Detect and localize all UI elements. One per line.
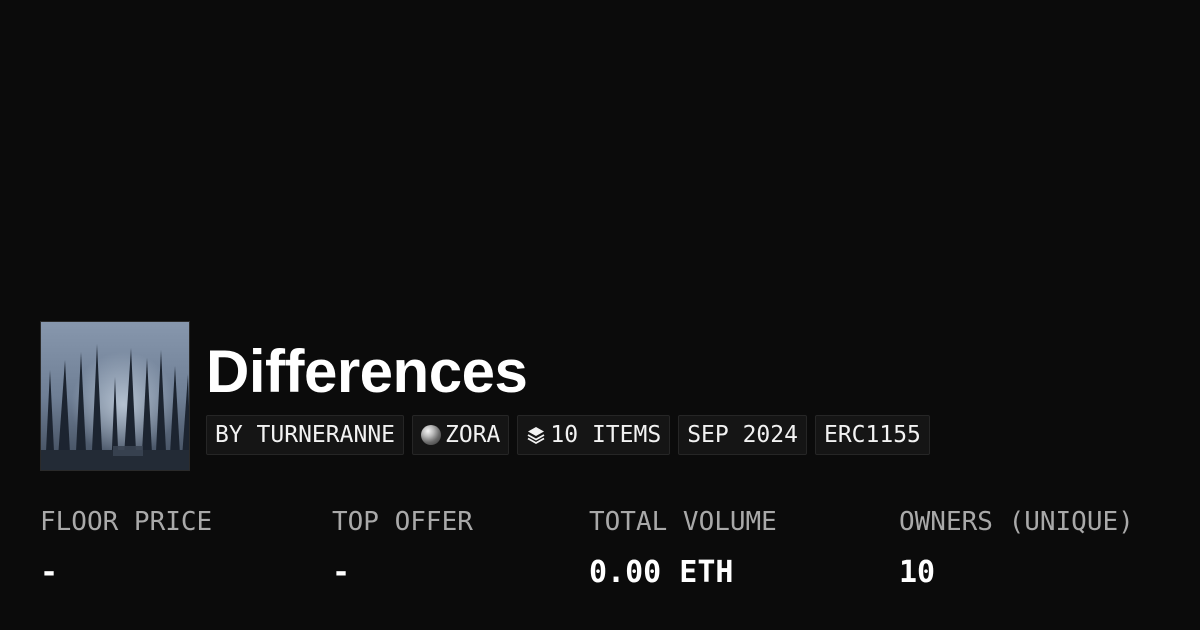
floor-price-value: - bbox=[40, 555, 59, 590]
owners-value: 10 bbox=[899, 555, 936, 590]
collection-tags: BY TURNERANNE ZORA 10 ITEMS SEP 2024 ERC… bbox=[206, 415, 930, 455]
collection-image bbox=[40, 321, 190, 471]
standard-tag: ERC1155 bbox=[814, 415, 930, 455]
date-tag: SEP 2024 bbox=[678, 415, 807, 455]
top-offer-label: TOP OFFER bbox=[332, 507, 473, 537]
total-volume-value: 0.00 ETH bbox=[589, 555, 734, 590]
total-volume-stat: TOTAL VOLUME 0.00 ETH bbox=[589, 505, 777, 591]
zora-orb-icon bbox=[421, 425, 442, 445]
owners-label: OWNERS (UNIQUE) bbox=[899, 507, 1134, 537]
floor-price-stat: FLOOR PRICE - bbox=[40, 505, 212, 591]
total-volume-label: TOTAL VOLUME bbox=[589, 507, 777, 537]
chain-label: ZORA bbox=[445, 422, 501, 448]
top-offer-stat: TOP OFFER - bbox=[332, 505, 473, 591]
chain-tag[interactable]: ZORA bbox=[412, 415, 510, 455]
items-label: 10 ITEMS bbox=[550, 422, 662, 448]
top-offer-value: - bbox=[332, 555, 351, 590]
collection-stats: FLOOR PRICE - TOP OFFER - TOTAL VOLUME 0… bbox=[0, 505, 1200, 605]
items-tag[interactable]: 10 ITEMS bbox=[517, 415, 671, 455]
creator-tag[interactable]: BY TURNERANNE bbox=[206, 415, 405, 455]
owners-stat: OWNERS (UNIQUE) 10 bbox=[899, 505, 1134, 591]
creator-label: BY TURNERANNE bbox=[215, 422, 396, 448]
layers-icon bbox=[526, 425, 546, 445]
collection-title: Differences bbox=[206, 338, 528, 405]
standard-label: ERC1155 bbox=[823, 422, 921, 448]
floor-price-label: FLOOR PRICE bbox=[40, 507, 213, 537]
date-label: SEP 2024 bbox=[687, 422, 798, 448]
